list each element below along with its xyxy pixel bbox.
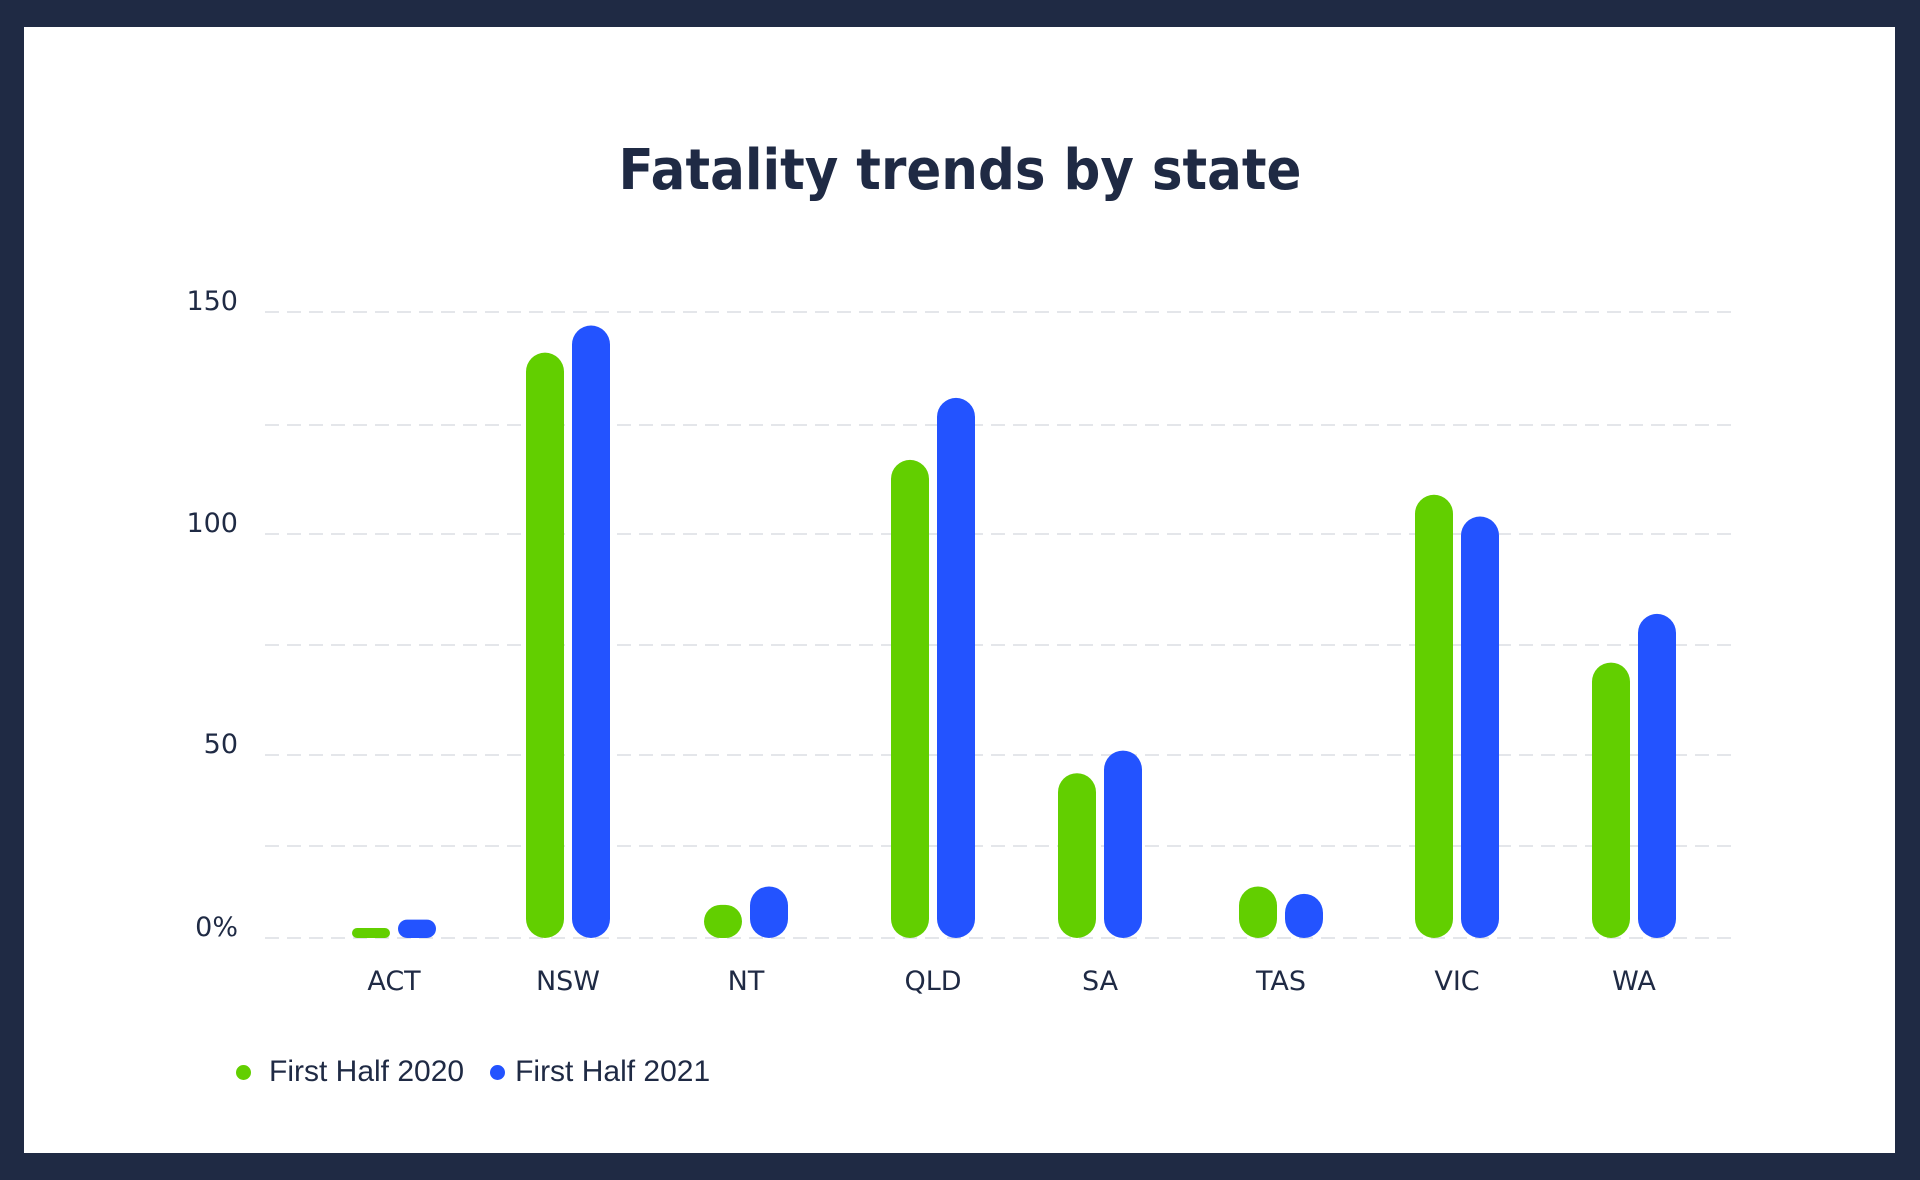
x-tick-label: NSW bbox=[536, 966, 600, 997]
bar-vic-2021[interactable] bbox=[1461, 516, 1499, 938]
bar-nsw-2021[interactable] bbox=[572, 325, 610, 938]
bar-nt-2021[interactable] bbox=[750, 886, 788, 938]
bar-sa-2021[interactable] bbox=[1104, 750, 1142, 938]
x-tick-label: SA bbox=[1082, 966, 1119, 997]
y-axis: 0% 50 100 150 bbox=[186, 286, 238, 943]
y-tick-label: 100 bbox=[186, 508, 238, 539]
bar-wa-2020[interactable] bbox=[1592, 662, 1630, 938]
bar-wa-2021[interactable] bbox=[1638, 613, 1676, 938]
legend-dot-icon bbox=[236, 1064, 251, 1080]
legend-label: First Half 2020 bbox=[269, 1055, 465, 1088]
x-tick-label: ACT bbox=[367, 966, 421, 997]
bar-nsw-2020[interactable] bbox=[526, 352, 564, 938]
x-tick-label: NT bbox=[728, 966, 765, 997]
x-tick-label: QLD bbox=[904, 966, 961, 997]
bar-nt-2020[interactable] bbox=[704, 904, 742, 938]
bar-qld-2020[interactable] bbox=[891, 459, 929, 938]
legend-item-2020[interactable]: First Half 2020 bbox=[236, 1055, 464, 1089]
bar-vic-2020[interactable] bbox=[1415, 494, 1453, 938]
legend-dot-icon bbox=[490, 1064, 506, 1080]
y-tick-label: 50 bbox=[204, 729, 238, 760]
bar-act-2020[interactable] bbox=[352, 928, 390, 938]
y-tick-label: 150 bbox=[186, 286, 238, 317]
legend-label: First Half 2021 bbox=[515, 1055, 711, 1088]
bar-act-2021[interactable] bbox=[398, 919, 436, 938]
bar-tas-2020[interactable] bbox=[1239, 886, 1277, 938]
bar-chart: 0% 50 100 150 ACT NSW NT QLD SA TAS VIC WA bbox=[186, 286, 1733, 997]
x-tick-label: VIC bbox=[1434, 966, 1479, 997]
y-tick-label: 0% bbox=[195, 912, 238, 943]
bar-tas-2021[interactable] bbox=[1285, 893, 1323, 938]
legend-item-2021[interactable]: First Half 2021 bbox=[490, 1055, 710, 1089]
bar-sa-2020[interactable] bbox=[1058, 773, 1096, 938]
legend: First Half 2020 First Half 2021 bbox=[236, 1055, 736, 1089]
x-tick-label: WA bbox=[1612, 966, 1656, 997]
x-tick-label: TAS bbox=[1255, 966, 1306, 997]
bar-qld-2021[interactable] bbox=[937, 397, 975, 938]
x-axis: ACT NSW NT QLD SA TAS VIC WA bbox=[367, 966, 1656, 997]
gridlines bbox=[265, 311, 1733, 939]
